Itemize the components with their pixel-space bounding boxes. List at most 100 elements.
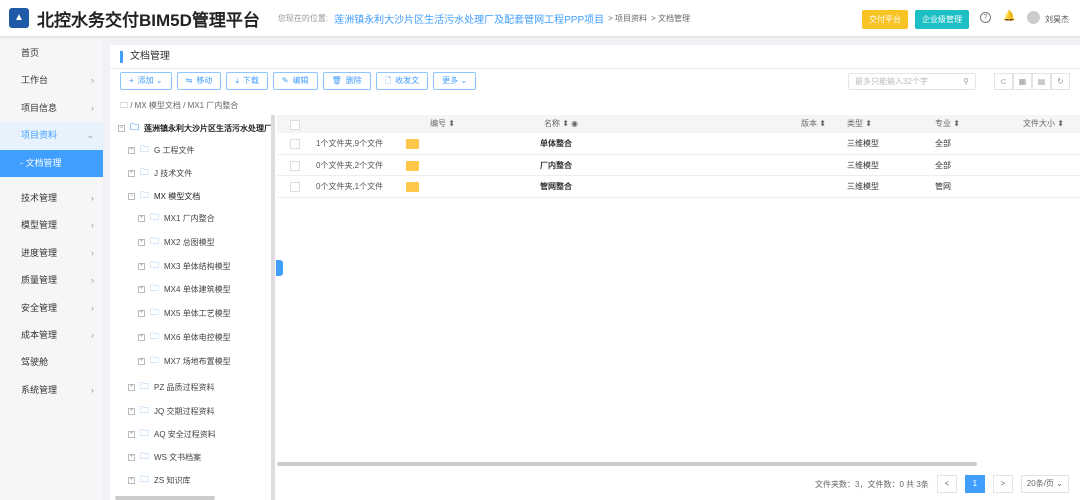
more-button[interactable]: 更多 ⌄ [433,72,477,90]
column-header-name[interactable]: 名称 ⬍ ◉ [544,115,578,133]
page-size-select[interactable]: 20条/页 ⌄ [1020,475,1069,493]
sidebar-item-quality[interactable]: 质量管理 › [0,267,103,294]
column-header-type[interactable]: 类型 ⬍ [847,115,872,133]
row-checkbox[interactable] [290,182,300,192]
sidebar-item-label: 工作台 [21,75,49,86]
add-button[interactable]: + 添加 ⌄ [120,72,172,90]
tree-node[interactable]: + 🗀 MX6 单体电控模型 [138,329,231,345]
expand-icon[interactable]: + [138,262,145,270]
expand-icon[interactable]: + [128,146,135,154]
next-page-button[interactable]: > [992,475,1013,493]
bell-icon[interactable]: 🔔 [1003,11,1015,22]
collapse-panel-handle[interactable] [276,260,283,276]
expand-icon[interactable]: + [138,309,145,317]
sidebar-item-cockpit[interactable]: 驾驶舱 [0,349,103,376]
expand-icon[interactable]: + [128,453,135,461]
column-header-number[interactable]: 编号 ⬍ [430,115,455,133]
sidebar-item-project-info[interactable]: 项目信息 › [0,95,103,122]
folder-icon: 🗀 [150,331,160,341]
tree-node[interactable]: + 🗀 MX5 单体工艺模型 [138,305,231,321]
tree-node[interactable]: − 🗀 MX 模型文档 [128,188,200,204]
table-row[interactable]: 1个文件夹,9个文件 单体整合 三维模型 全部 [277,133,1080,155]
sidebar-item-system[interactable]: 系统管理 › [0,377,103,404]
tree-node[interactable]: + 🗀 MX2 总图模型 [138,234,215,250]
search-icon[interactable]: ⚲ [963,74,969,89]
avatar[interactable] [1027,11,1040,24]
folder-name[interactable]: 管网整合 [540,176,572,197]
expand-icon[interactable]: + [138,214,145,222]
column-header-version[interactable]: 版本 ⬍ [801,115,826,133]
sidebar-item-label: 质量管理 [21,275,58,286]
help-icon[interactable]: ? [980,12,991,23]
column-header-major[interactable]: 专业 ⬍ [935,115,960,133]
tree-horizontal-scrollbar[interactable] [115,496,215,500]
expand-icon[interactable]: + [128,476,135,484]
tree-node[interactable]: + 🗀 MX4 单体建筑模型 [138,281,231,297]
collapse-icon[interactable]: − [118,124,125,132]
sidebar-item-model[interactable]: 模型管理 › [0,212,103,239]
search-input[interactable]: 最多只能输入32个字 ⚲ [848,73,976,90]
column-header-file-size[interactable]: 文件大小 ⬍ [1023,115,1064,133]
sidebar-item-document-management[interactable]: - 文档管理 [0,149,103,177]
sidebar-item-project-data[interactable]: 项目资料 ⌄ [0,122,103,150]
enterprise-management-button[interactable]: 企业级管理 [915,10,969,29]
sidebar-item-safety[interactable]: 安全管理 › [0,295,103,322]
sidebar-item-cost[interactable]: 成本管理 › [0,322,103,349]
breadcrumb-item[interactable]: > 项目资料 [608,13,647,24]
edit-button[interactable]: ✎ 编辑 [272,72,318,90]
user-name[interactable]: 刘昊杰 [1045,14,1069,25]
tree-node[interactable]: + 🗀 WS 文书档案 [128,449,201,465]
row-checkbox[interactable] [290,160,300,171]
move-button[interactable]: ⇋ 移动 [176,72,222,90]
expand-icon[interactable]: + [138,357,145,365]
toolbar: + 添加 ⌄ ⇋ 移动 ⤓ 下载 ✎ 编辑 🗑 删除 🗋 收发文 更多 ⌄ [120,72,477,90]
tree-node[interactable]: + 🗀 JQ 交期过程资料 [128,403,214,419]
tree-node-label: AQ 安全过程资料 [154,429,216,439]
tree-node[interactable]: + 🗀 J 技术文件 [128,165,192,181]
tree-node[interactable]: + 🗀 MX7 场地布置模型 [138,353,231,369]
expand-icon[interactable]: + [138,333,145,341]
send-receive-button[interactable]: 🗋 收发文 [375,72,429,90]
collapse-icon[interactable]: − [128,192,135,200]
list-view-icon[interactable]: ▤ [1032,73,1051,90]
tree-node-root[interactable]: −🗀 莲洲镇永利大沙片区生活污水处理厂及配套管网工程PPP项目 [118,120,271,136]
button-label: 移动 [196,76,213,85]
delivery-platform-button[interactable]: 交付平台 [862,10,908,29]
sidebar-item-home[interactable]: 首页 [0,40,103,67]
expand-icon[interactable]: + [138,285,145,293]
chevron-right-icon: › [91,192,94,203]
project-link[interactable]: 莲洲镇永利大沙片区生活污水处理厂及配套管网工程PPP项目 [334,11,604,26]
table-row[interactable]: 0个文件夹,1个文件 管网整合 三维模型 管网 [277,176,1080,198]
expand-icon[interactable]: + [128,407,135,415]
download-button[interactable]: ⤓ 下载 [226,72,268,90]
tree-node[interactable]: + 🗀 AQ 安全过程资料 [128,426,216,442]
table-horizontal-scrollbar[interactable] [277,462,977,466]
table-row[interactable]: 0个文件夹,2个文件 厂内整合 三维模型 全部 [277,155,1080,176]
select-all-checkbox[interactable] [290,120,300,130]
tree-node[interactable]: + 🗀 PZ 品质过程资料 [128,379,214,395]
row-checkbox[interactable] [290,139,300,149]
page-button[interactable]: 1 [964,475,985,493]
folder-name[interactable]: 厂内整合 [540,155,572,176]
delete-button[interactable]: 🗑 删除 [322,72,371,90]
sidebar-item-tech[interactable]: 技术管理 › [0,185,103,212]
prev-page-button[interactable]: < [936,475,957,493]
folder-path-text: / MX 模型文档 / MX1 厂内整合 [130,101,239,110]
folder-name[interactable]: 单体整合 [540,133,572,154]
sidebar-item-progress[interactable]: 进度管理 › [0,240,103,267]
tree-node[interactable]: + 🗀 G 工程文件 [128,142,194,158]
folder-path: 🗀 / MX 模型文档 / MX1 厂内整合 [120,100,238,114]
expand-icon[interactable]: + [128,383,135,391]
tree-node[interactable]: + 🗀 MX3 单体结构模型 [138,258,231,274]
grid-view-icon[interactable]: ▦ [1013,73,1032,90]
tree-node[interactable]: + 🗀 ZS 知识库 [128,472,190,488]
sidebar-item-workbench[interactable]: 工作台 › [0,67,103,94]
refresh-icon[interactable]: ↻ [1051,73,1070,90]
folder-icon: 🗀 [120,101,128,110]
plus-icon: + [129,76,134,85]
expand-icon[interactable]: + [128,430,135,438]
expand-icon[interactable]: + [128,169,135,177]
expand-icon[interactable]: + [138,238,145,246]
tag-icon[interactable]: ⊂ [994,73,1013,90]
tree-node[interactable]: + 🗀 MX1 厂内整合 [138,210,215,226]
